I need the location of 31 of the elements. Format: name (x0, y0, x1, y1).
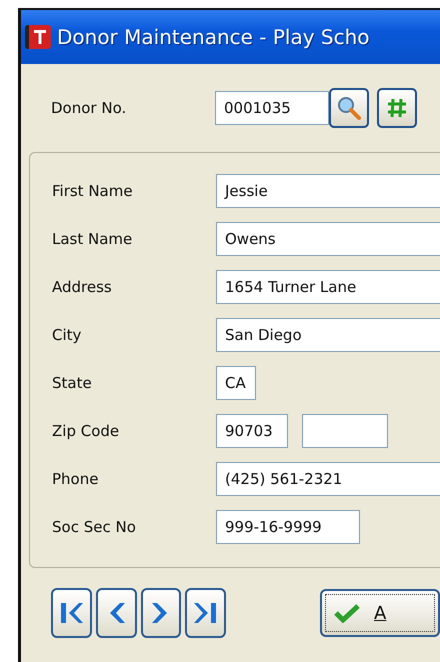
field-label: Last Name (52, 230, 134, 248)
nav-button[interactable] (140, 588, 182, 638)
input-field[interactable]: Jessie (216, 174, 440, 208)
input-field[interactable] (302, 414, 388, 448)
nav-button[interactable] (51, 588, 92, 638)
field-label: City (52, 326, 82, 344)
input-field[interactable]: San Diego (216, 318, 440, 352)
input-field[interactable]: 999-16-9999 (216, 510, 360, 544)
field-label: Zip Code (52, 422, 120, 440)
input-field[interactable]: Owens (216, 222, 440, 256)
app-logo-icon (25, 25, 51, 49)
input-field[interactable]: (425) 561-2321 (216, 462, 440, 496)
nav-button[interactable] (185, 588, 226, 638)
field-label: Address (52, 278, 113, 296)
nav-button[interactable] (96, 588, 136, 638)
field-label: Soc Sec No (52, 518, 137, 536)
field-label: Phone (52, 470, 100, 488)
field-label: First Name (52, 182, 134, 200)
checkmark-icon (334, 603, 360, 623)
field-label: State (52, 374, 93, 392)
search-button[interactable] (329, 88, 369, 128)
number-button[interactable] (377, 88, 417, 128)
input-field[interactable]: 90703 (216, 414, 288, 448)
window-title: Donor Maintenance - Play Scho (57, 25, 370, 49)
input-field[interactable]: 0001035 (215, 91, 329, 125)
hash-icon (386, 97, 408, 119)
search-icon (336, 95, 362, 121)
input-field[interactable]: 1654 Turner Lane (216, 270, 440, 304)
ok-button[interactable]: A (320, 589, 440, 637)
field-label: Donor No. (51, 99, 128, 117)
input-field[interactable]: CA (216, 366, 256, 400)
